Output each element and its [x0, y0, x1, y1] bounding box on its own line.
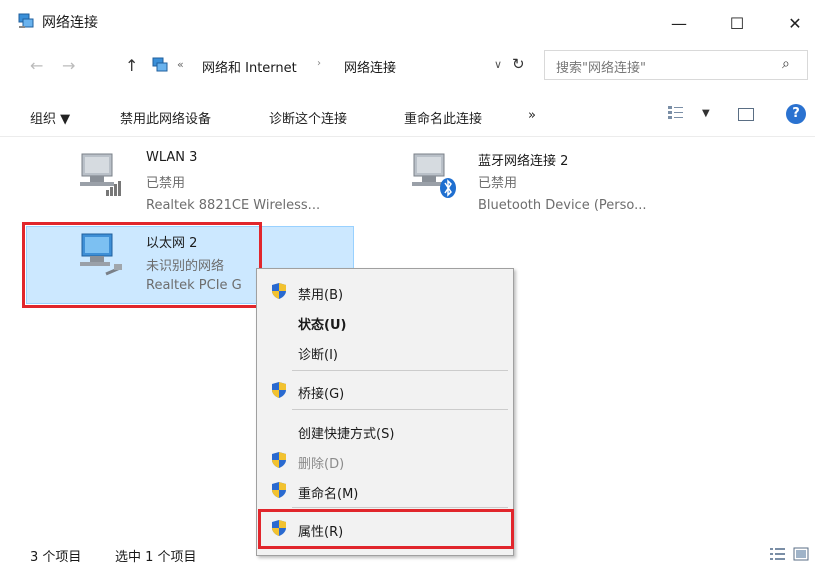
refresh-icon[interactable]: ↻ [512, 55, 525, 73]
item-name-ethernet2[interactable]: 以太网 2 [146, 232, 197, 251]
highlight-box-properties [258, 509, 514, 549]
network-folder-icon [152, 57, 168, 72]
menu-item-status[interactable]: 状态(U) [298, 314, 346, 333]
item-status-bluetooth: 已禁用 [478, 176, 518, 191]
search-icon[interactable]: ⌕ [782, 56, 790, 72]
menu-item-diagnose[interactable]: 诊断(I) [298, 344, 338, 363]
menu-item-bridge[interactable]: 桥接(G) [298, 383, 344, 402]
bluetooth-adapter-icon[interactable] [408, 150, 456, 198]
help-icon[interactable]: ? [786, 104, 806, 124]
shield-icon [272, 283, 286, 299]
breadcrumb-network-connections[interactable]: 网络连接 [344, 57, 396, 76]
minimize-button[interactable]: — [656, 0, 702, 46]
address-overflow-icon[interactable]: « [177, 58, 184, 71]
item-name-wlan3[interactable]: WLAN 3 [146, 150, 197, 165]
details-view-icon[interactable] [770, 547, 786, 561]
item-status-wlan3: 已禁用 [146, 176, 186, 191]
ethernet-adapter-icon[interactable] [76, 230, 124, 278]
breadcrumb-separator-icon[interactable]: › [317, 58, 321, 69]
menu-separator [292, 507, 508, 508]
shield-icon [272, 452, 286, 468]
item-status-ethernet2: 未识别的网络 [146, 259, 225, 274]
diagnose-connection-button[interactable]: 诊断这个连接 [269, 108, 347, 127]
menu-item-create-shortcut[interactable]: 创建快捷方式(S) [298, 423, 394, 442]
shield-icon [272, 482, 286, 498]
preview-pane-icon[interactable] [738, 108, 754, 121]
menu-separator [292, 370, 508, 371]
close-button[interactable]: ✕ [772, 0, 815, 46]
network-connections-icon [18, 13, 34, 28]
back-arrow-icon[interactable]: ← [30, 56, 43, 75]
menu-item-delete: 删除(D) [298, 457, 345, 472]
organize-button[interactable]: 组织 ▼ [30, 108, 70, 127]
disable-device-button[interactable]: 禁用此网络设备 [120, 108, 211, 127]
menu-item-rename[interactable]: 重命名(M) [298, 483, 358, 502]
view-dropdown-icon[interactable]: ▼ [702, 108, 710, 119]
status-item-count: 3 个项目 [30, 550, 82, 565]
shield-icon [272, 520, 286, 536]
up-arrow-icon[interactable]: ↑ [125, 56, 138, 75]
address-dropdown-icon[interactable]: ∨ [494, 58, 502, 71]
item-device-wlan3: Realtek 8821CE Wireless... [146, 198, 321, 213]
change-view-icon[interactable] [668, 106, 684, 120]
menu-item-disable[interactable]: 禁用(B) [298, 284, 343, 303]
rename-connection-button[interactable]: 重命名此连接 [404, 108, 482, 127]
forward-arrow-icon[interactable]: → [62, 56, 75, 75]
search-input[interactable]: 搜索"网络连接" [556, 57, 646, 76]
shield-icon [272, 382, 286, 398]
item-name-bluetooth[interactable]: 蓝牙网络连接 2 [478, 150, 568, 169]
more-commands-button[interactable]: » [528, 108, 536, 123]
menu-item-properties[interactable]: 属性(R) [298, 521, 343, 540]
large-icons-view-icon[interactable] [793, 547, 809, 561]
maximize-button[interactable]: ☐ [714, 0, 760, 46]
window-title: 网络连接 [42, 15, 98, 31]
highlight-box-ethernet [22, 222, 262, 308]
item-device-ethernet2: Realtek PCIe G [146, 278, 242, 293]
wlan-adapter-icon[interactable] [76, 150, 124, 198]
menu-separator [292, 409, 508, 410]
status-selected-count: 选中 1 个项目 [115, 550, 197, 565]
breadcrumb-network-internet[interactable]: 网络和 Internet [202, 57, 297, 76]
item-device-bluetooth: Bluetooth Device (Perso... [478, 198, 647, 213]
